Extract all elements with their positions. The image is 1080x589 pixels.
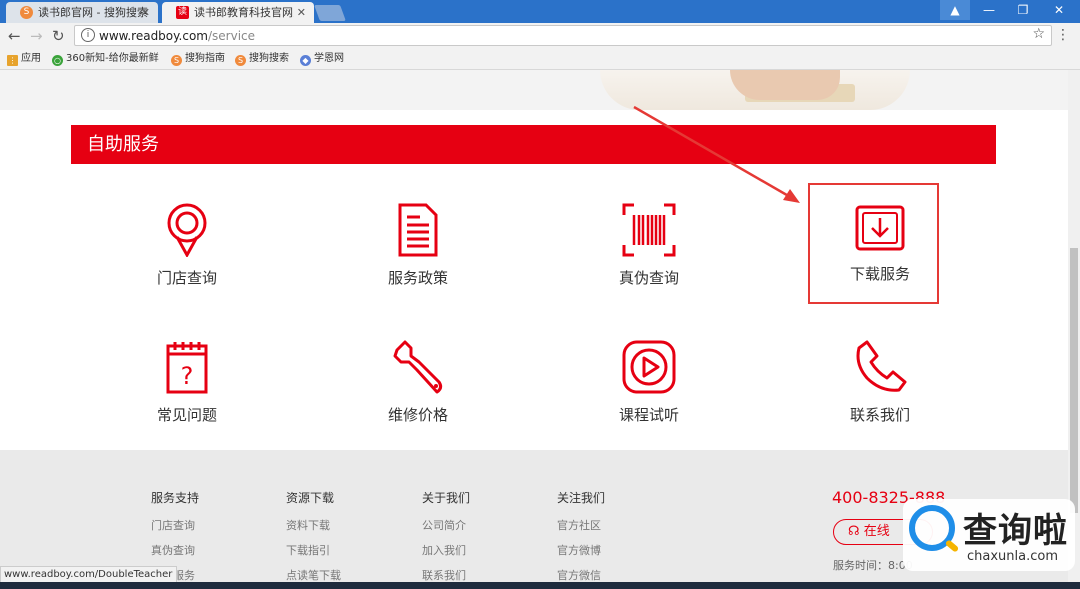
phone-icon <box>856 340 907 392</box>
info-icon[interactable]: i <box>81 28 95 42</box>
sogou-favicon-icon: S <box>20 6 33 19</box>
address-bar[interactable]: i www.readboy.com/service ☆ <box>74 25 1052 46</box>
bookmark-360[interactable]: ○ 360新知-给你最新鲜 <box>52 52 159 66</box>
service-label: 课程试听 <box>618 406 679 424</box>
service-label: 真伪查询 <box>618 269 679 287</box>
reload-icon[interactable]: ↻ <box>52 27 65 45</box>
close-window-icon[interactable]: ✕ <box>1042 0 1076 20</box>
menu-icon[interactable]: ⋮ <box>1056 27 1070 43</box>
user-profile-icon[interactable]: ▲ <box>940 0 970 20</box>
bookmark-sogou-guide[interactable]: S 搜狗指南 <box>171 52 225 66</box>
service-repair-price[interactable]: 维修价格 <box>348 340 488 425</box>
360-icon: ○ <box>52 55 63 66</box>
service-faq[interactable]: ? 常见问题 <box>117 340 257 425</box>
bookmarks-bar: ⋮ 应用 ○ 360新知-给你最新鲜 S 搜狗指南 S 搜狗搜索 ◆ 学恩网 <box>0 49 1080 70</box>
calendar-question-icon: ? <box>166 342 208 394</box>
tab-strip: S 读书郎官网 - 搜狗搜索 ✕ 读 读书郎教育科技官网,相伴 ✕ ▲ — ❐ … <box>0 0 1080 23</box>
service-label: 门店查询 <box>156 269 217 287</box>
apps-grid-icon: ⋮ <box>7 55 18 66</box>
browser-toolbar: ← → ↻ i www.readboy.com/service ☆ ⋮ <box>0 23 1080 49</box>
footer-column-follow: 关注我们 官方社区 官方微博 官方微信 <box>557 491 606 583</box>
footer-link[interactable]: 联系我们 <box>422 567 470 583</box>
scrollbar-thumb[interactable] <box>1070 248 1078 513</box>
footer-link[interactable]: 点读笔下载 <box>286 567 341 583</box>
tab-sogou-search[interactable]: S 读书郎官网 - 搜狗搜索 ✕ <box>6 2 158 23</box>
watermark-domain: chaxunla.com <box>967 549 1058 564</box>
taskbar <box>0 582 1080 589</box>
service-course-trial[interactable]: 课程试听 <box>579 340 719 425</box>
restore-icon[interactable]: ❐ <box>1006 0 1040 20</box>
search-logo-icon <box>909 505 955 551</box>
service-label: 联系我们 <box>849 406 910 424</box>
minimize-icon[interactable]: — <box>972 0 1006 20</box>
footer-column-downloads: 资源下载 资料下载 下载指引 点读笔下载 <box>286 491 341 583</box>
footer-link[interactable]: 加入我们 <box>422 542 470 558</box>
bookmark-xueen[interactable]: ◆ 学恩网 <box>300 52 344 66</box>
footer-link[interactable]: 下载指引 <box>286 542 341 558</box>
footer-link[interactable]: 公司简介 <box>422 517 470 533</box>
headset-icon: ☊ <box>848 524 864 539</box>
address-url: www.readboy.com/service <box>99 29 256 43</box>
bookmark-sogou-search[interactable]: S 搜狗搜索 <box>235 52 289 66</box>
service-label: 服务政策 <box>387 269 448 287</box>
service-time: 服务时间：8:00 <box>833 559 913 572</box>
watermark: 查询啦 chaxunla.com <box>903 499 1075 571</box>
bookmark-star-icon[interactable]: ☆ <box>1032 26 1045 42</box>
svg-text:?: ? <box>181 362 194 390</box>
sogou-icon: S <box>235 55 246 66</box>
service-contact[interactable]: 联系我们 <box>810 340 950 425</box>
play-icon <box>622 340 676 394</box>
footer-column-about: 关于我们 公司简介 加入我们 联系我们 <box>422 491 471 583</box>
footer-link[interactable]: 资料下载 <box>286 517 341 533</box>
footer-link[interactable]: 官方社区 <box>557 517 605 533</box>
forward-icon[interactable]: → <box>30 27 43 45</box>
service-label: 维修价格 <box>387 406 448 424</box>
back-icon[interactable]: ← <box>8 27 21 45</box>
footer-link[interactable]: 官方微信 <box>557 567 605 583</box>
tab-title: 读书郎官网 - 搜狗搜索 <box>38 6 148 19</box>
tab-title: 读书郎教育科技官网,相伴 <box>194 6 294 19</box>
footer-link[interactable]: 门店查询 <box>151 517 199 533</box>
new-tab-button[interactable] <box>314 5 346 21</box>
footer-link[interactable]: 真伪查询 <box>151 542 199 558</box>
service-label: 常见问题 <box>156 406 217 424</box>
readboy-favicon-icon: 读 <box>176 6 189 19</box>
diamond-icon: ◆ <box>300 55 311 66</box>
sogou-icon: S <box>171 55 182 66</box>
close-tab-icon[interactable]: ✕ <box>297 2 306 23</box>
wrench-icon <box>393 340 443 394</box>
footer-link[interactable]: 官方微博 <box>557 542 605 558</box>
bookmark-apps[interactable]: ⋮ 应用 <box>7 52 41 66</box>
arrow-annotation <box>633 105 800 203</box>
watermark-title: 查询啦 <box>963 511 1068 551</box>
close-tab-icon[interactable]: ✕ <box>141 2 150 23</box>
tab-readboy[interactable]: 读 读书郎教育科技官网,相伴 ✕ <box>162 2 314 23</box>
